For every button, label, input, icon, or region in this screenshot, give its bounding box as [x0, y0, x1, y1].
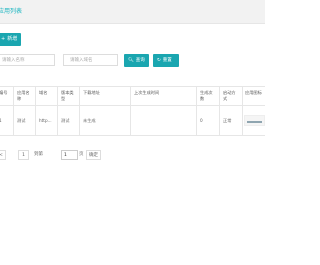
- domain-search-input[interactable]: 请输入域名: [63, 54, 118, 66]
- column-download: 下载地址 未生成: [80, 87, 130, 135]
- top-bar: 应用列表: [0, 0, 265, 24]
- reset-button-label: 重置: [162, 58, 172, 63]
- refresh-icon: ↻: [157, 58, 161, 63]
- column-header: 下载地址: [83, 90, 100, 95]
- pagination-confirm-button[interactable]: 确定: [86, 150, 101, 160]
- table-cell-domain: http...: [39, 118, 52, 123]
- column-last-generated: 上次生成时间: [131, 87, 196, 135]
- column-header: 域名: [39, 90, 48, 95]
- apps-table: 编号 1 应用名称 测试 域名 http... 版本类型 测试 下载地址 未生成…: [0, 86, 265, 136]
- app-icon-thumbnail[interactable]: [244, 115, 265, 126]
- name-search-input[interactable]: 请输入名称: [0, 54, 55, 66]
- column-header: 生成次数: [200, 90, 213, 101]
- column-launch: 启动方式 正常: [220, 87, 242, 135]
- page-title: 应用列表: [0, 8, 23, 15]
- reset-button[interactable]: ↻ 重置: [153, 54, 179, 67]
- column-domain: 域名 http...: [36, 87, 58, 135]
- plus-icon: +: [1, 36, 6, 42]
- column-header: 应用图标: [245, 90, 262, 95]
- column-header: 启动方式: [223, 90, 236, 101]
- pagination-prev-button[interactable]: <: [0, 150, 6, 160]
- column-name: 应用名称 测试: [14, 87, 36, 135]
- add-button[interactable]: + 新增: [0, 33, 21, 46]
- pagination-page-suffix: 页: [79, 152, 84, 157]
- column-header: 应用名称: [17, 90, 30, 101]
- table-cell-id: 1: [0, 118, 2, 123]
- column-header: 上次生成时间: [134, 90, 160, 95]
- pagination-page-1[interactable]: 1: [18, 150, 29, 160]
- column-version: 版本类型 测试: [58, 87, 79, 135]
- add-button-label: 新增: [7, 36, 18, 42]
- column-header: 编号: [0, 90, 8, 95]
- table-cell-download: 未生成: [83, 118, 96, 123]
- table-cell-launch: 正常: [223, 118, 232, 123]
- search-icon: 🔍︎: [128, 58, 134, 63]
- table-cell-name: 测试: [17, 118, 26, 123]
- table-cell-version: 测试: [61, 118, 70, 123]
- column-icon: 应用图标: [242, 87, 265, 135]
- pagination-jump-input[interactable]: 1: [61, 150, 78, 160]
- app-icon-image: [247, 121, 262, 123]
- pagination-jump-label: 到第: [34, 152, 43, 157]
- search-button-label: 查询: [135, 58, 145, 63]
- column-header: 版本类型: [61, 90, 74, 101]
- table-cell-count: 0: [200, 118, 203, 123]
- column-count: 生成次数 0: [197, 87, 219, 135]
- search-button[interactable]: 🔍︎ 查询: [124, 54, 149, 67]
